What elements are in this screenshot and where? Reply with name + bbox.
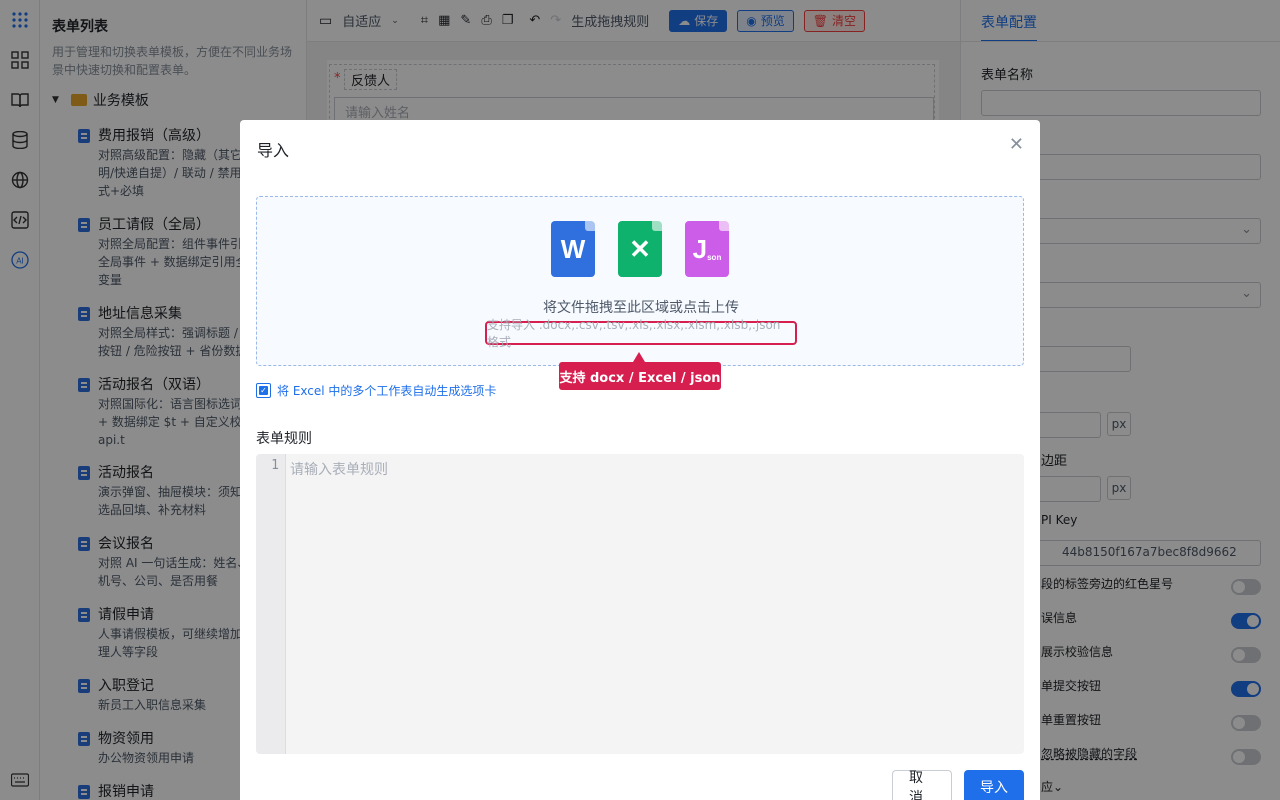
excel-tabs-checkbox[interactable]: ✓ 将 Excel 中的多个工作表自动生成选项卡 <box>256 382 496 399</box>
rules-editor[interactable]: 1 请输入表单规则 <box>256 454 1024 754</box>
cancel-button[interactable]: 取消 <box>892 770 952 800</box>
dropzone-text: 将文件拖拽至此区域或点击上传 <box>543 300 739 316</box>
upload-dropzone[interactable]: W ✕ Json 将文件拖拽至此区域或点击上传 支持导入 .docx,.csv,… <box>256 196 1024 366</box>
close-icon[interactable]: ✕ <box>1009 134 1024 155</box>
modal-title: 导入 <box>257 141 290 160</box>
word-file-icon: W <box>551 221 595 277</box>
rules-label: 表单规则 <box>256 431 312 447</box>
checkbox-checked-icon: ✓ <box>256 383 271 398</box>
checkbox-label: 将 Excel 中的多个工作表自动生成选项卡 <box>277 384 497 398</box>
import-modal: 导入 ✕ W ✕ Json 将文件拖拽至此区域或点击上传 支持导入 .docx,… <box>240 120 1040 800</box>
json-file-icon: Json <box>685 221 729 277</box>
rules-placeholder: 请输入表单规则 <box>290 462 388 478</box>
line-number: 1 <box>256 454 286 754</box>
excel-file-icon: ✕ <box>618 221 662 277</box>
import-button[interactable]: 导入 <box>964 770 1024 800</box>
format-callout: 支持 docx / Excel / json <box>559 352 721 390</box>
supported-formats: 支持导入 .docx,.csv,.tsv,.xls,.xlsx,.xlsm,.x… <box>485 318 797 349</box>
